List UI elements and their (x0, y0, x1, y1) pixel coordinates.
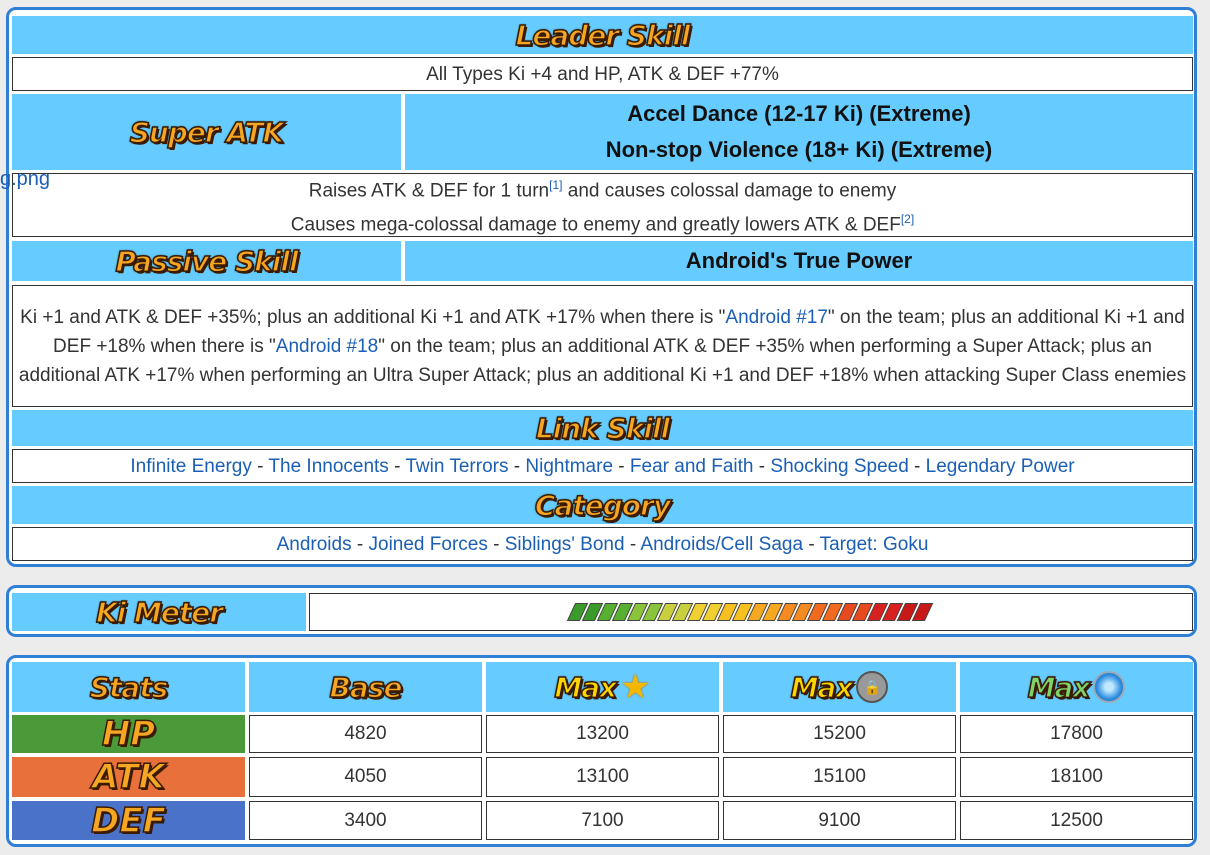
hp-max1: 13200 (486, 715, 719, 753)
passive-desc-part-1: Ki +1 and ATK & DEF +35%; plus an additi… (20, 306, 726, 328)
stats-header: Stats (89, 670, 169, 705)
ki-meter-bar (566, 603, 934, 621)
super-atk-header-cell: Super ATK (12, 94, 401, 170)
link-skill-fear-and-faith[interactable]: Fear and Faith (630, 456, 754, 477)
max-orb-label: Max (1027, 670, 1091, 705)
atk-base-value: 4050 (344, 766, 387, 787)
category-header: Category (534, 488, 672, 523)
def-max2-value: 9100 (818, 809, 861, 831)
lock-icon: 🔒 (856, 671, 889, 703)
super-atk-names-cell: Accel Dance (12-17 Ki) (Extreme) Non-sto… (405, 94, 1193, 170)
stats-panel: Stats Base Max ★ Max 🔒 Max HP 4820 13200 1… (6, 655, 1197, 847)
def-max3-value: 12500 (1050, 809, 1103, 831)
hp-max1-value: 13200 (576, 723, 629, 744)
hp-max3-value: 17800 (1050, 723, 1103, 744)
ki-meter-bar-cell (309, 593, 1193, 631)
hp-max2-value: 15200 (813, 723, 866, 744)
category-list-cell: Androids - Joined Forces - Siblings' Bon… (12, 527, 1193, 561)
ki-meter-panel: Ki Meter (6, 585, 1197, 637)
max-star-label: Max (554, 670, 618, 705)
star-icon: ★ (620, 668, 651, 706)
link-skill-infinite-energy[interactable]: Infinite Energy (130, 456, 251, 477)
link-skill-header: Link Skill (535, 411, 671, 446)
hp-max3: 17800 (960, 715, 1193, 753)
atk-max3-value: 18100 (1050, 766, 1103, 787)
ki-meter-header-cell: Ki Meter (12, 593, 306, 631)
android-18-link[interactable]: Android #18 (276, 336, 378, 357)
max-orb-header-cell: Max (960, 662, 1193, 712)
hp-max2: 15200 (723, 715, 956, 753)
atk-label-cell: ATK (12, 756, 245, 798)
def-label: DEF (90, 800, 166, 842)
atk-max2-value: 15100 (813, 766, 866, 787)
skills-panel: Leader Skill All Types Ki +4 and HP, ATK… (6, 7, 1197, 567)
stats-header-cell: Stats (12, 662, 245, 712)
passive-skill-name: Android's True Power (685, 248, 913, 273)
def-max1-value: 7100 (581, 809, 624, 831)
passive-skill-name-cell: Android's True Power (405, 241, 1193, 281)
category-androids[interactable]: Androids (277, 534, 352, 555)
atk-max1: 13100 (486, 757, 719, 797)
super-atk-desc-1-text: Raises ATK & DEF for 1 turn (308, 180, 550, 201)
super-atk-header: Super ATK (129, 115, 285, 150)
base-header: Base (329, 670, 403, 705)
super-atk-name-1: Accel Dance (12-17 Ki) (Extreme) (627, 101, 971, 126)
leader-skill-header: Leader Skill (515, 18, 691, 53)
hp-label: HP (101, 713, 156, 755)
link-skill-twin-terrors[interactable]: Twin Terrors (405, 456, 508, 477)
android-17-link[interactable]: Android #17 (725, 307, 827, 328)
link-skill-legendary-power[interactable]: Legendary Power (926, 456, 1075, 477)
category-header-cell: Category (12, 486, 1193, 524)
ref-1-link[interactable]: [1] (549, 178, 562, 192)
max-star-header-cell: Max ★ (486, 662, 719, 712)
atk-base: 4050 (249, 757, 482, 797)
leader-skill-cell: All Types Ki +4 and HP, ATK & DEF +77% (12, 57, 1193, 91)
hp-base: 4820 (249, 715, 482, 753)
category-list: Androids - Joined Forces - Siblings' Bon… (276, 533, 929, 555)
category-androids-cell-saga[interactable]: Androids/Cell Saga (640, 534, 803, 555)
atk-label: ATK (91, 756, 165, 798)
base-header-cell: Base (249, 662, 482, 712)
leader-skill-text: All Types Ki +4 and HP, ATK & DEF +77% (426, 63, 779, 85)
hp-base-value: 4820 (344, 723, 387, 744)
link-skill-nightmare[interactable]: Nightmare (525, 456, 613, 477)
def-base-value: 3400 (344, 809, 387, 831)
category-siblings-bond[interactable]: Siblings' Bond (505, 534, 625, 555)
atk-max1-value: 13100 (576, 766, 629, 787)
def-max2: 9100 (723, 801, 956, 840)
atk-max2: 15100 (723, 757, 956, 797)
super-atk-desc-1-tail: and causes colossal damage to enemy (562, 180, 897, 201)
hp-label-cell: HP (12, 713, 245, 755)
def-label-cell: DEF (12, 800, 245, 842)
super-atk-name-2: Non-stop Violence (18+ Ki) (Extreme) (605, 137, 993, 162)
passive-skill-desc-cell: Ki +1 and ATK & DEF +35%; plus an additi… (12, 285, 1193, 407)
atk-max3: 18100 (960, 757, 1193, 797)
link-skill-the-innocents[interactable]: The Innocents (268, 456, 388, 477)
super-atk-desc-2-text: Causes mega-colossal damage to enemy and… (290, 214, 901, 236)
link-skill-list-cell: Infinite Energy - The Innocents - Twin T… (12, 449, 1193, 483)
orb-icon (1093, 671, 1126, 703)
ki-meter-header: Ki Meter (95, 595, 224, 630)
passive-skill-header-cell: Passive Skill (12, 241, 401, 281)
super-atk-desc-2: Causes mega-colossal damage to enemy and… (291, 205, 914, 239)
super-atk-desc-cell: Raises ATK & DEF for 1 turn[1] and cause… (12, 173, 1193, 237)
def-base: 3400 (249, 801, 482, 840)
category-target-goku[interactable]: Target: Goku (820, 534, 929, 555)
max-lock-label: Max (790, 670, 854, 705)
ref-2-link[interactable]: [2] (901, 212, 914, 226)
leader-skill-header-cell: Leader Skill (12, 16, 1193, 54)
def-max3: 12500 (960, 801, 1193, 840)
link-skill-list: Infinite Energy - The Innocents - Twin T… (130, 455, 1075, 477)
def-max1: 7100 (486, 801, 719, 840)
max-lock-header-cell: Max 🔒 (723, 662, 956, 712)
link-skill-header-cell: Link Skill (12, 410, 1193, 446)
super-atk-desc-1: Raises ATK & DEF for 1 turn[1] and cause… (309, 171, 897, 205)
broken-image-link[interactable]: g.png (0, 168, 50, 191)
link-skill-shocking-speed[interactable]: Shocking Speed (770, 456, 908, 477)
passive-skill-desc: Ki +1 and ATK & DEF +35%; plus an additi… (17, 303, 1188, 390)
passive-skill-header: Passive Skill (115, 244, 300, 279)
category-joined-forces[interactable]: Joined Forces (369, 534, 488, 555)
